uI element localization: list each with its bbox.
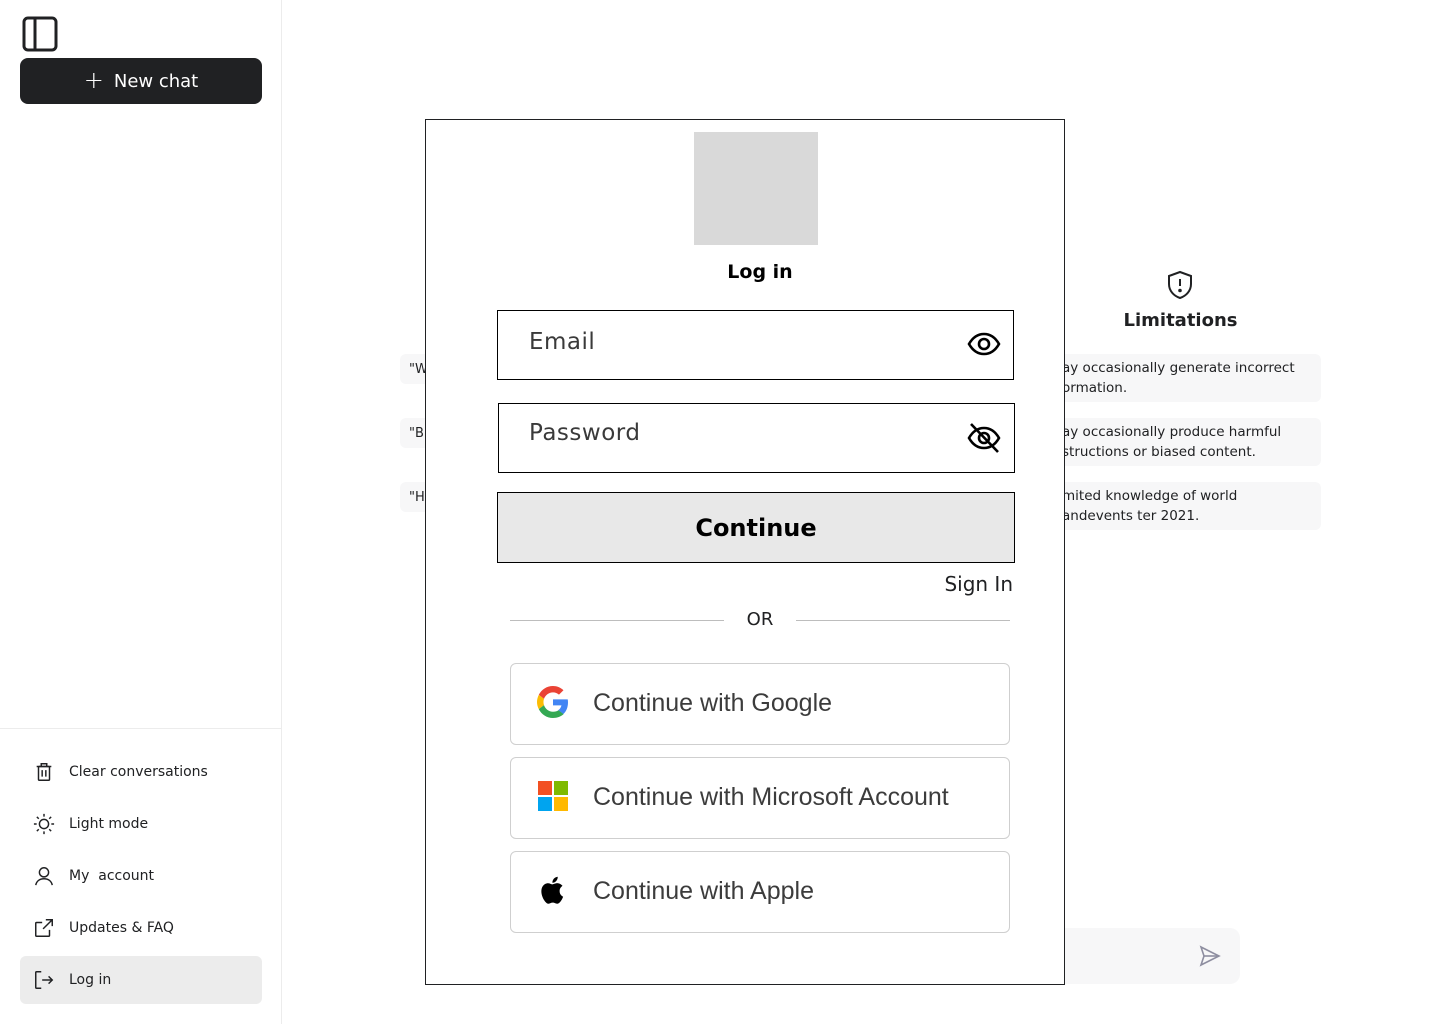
- clear-conversations-label: Clear conversations: [69, 764, 208, 780]
- google-login-button[interactable]: Continue with Google: [510, 663, 1010, 745]
- microsoft-login-button[interactable]: Continue with Microsoft Account: [510, 757, 1010, 839]
- google-login-label: Continue with Google: [593, 689, 833, 717]
- microsoft-icon: [538, 781, 568, 811]
- new-chat-button[interactable]: + New chat: [20, 58, 262, 104]
- sidebar: + New chat Clear conversations Light mod…: [0, 0, 282, 1024]
- trash-icon: [36, 763, 52, 781]
- user-icon: [35, 867, 53, 886]
- eye-off-icon[interactable]: [966, 420, 1002, 456]
- or-divider: OR: [510, 608, 1010, 632]
- microsoft-login-label: Continue with Microsoft Account: [593, 783, 949, 811]
- login-icon: [35, 971, 54, 989]
- limitation-card: ay occasionally generate incorrect ormat…: [1040, 354, 1321, 402]
- limitations-title: Limitations: [1123, 310, 1238, 331]
- google-icon: [537, 686, 568, 718]
- limitation-card: mited knowledge of world andevents ter 2…: [1040, 482, 1321, 530]
- email-field[interactable]: Email: [497, 310, 1014, 380]
- updates-faq-label: Updates & FAQ: [69, 920, 174, 936]
- limitation-text: ay occasionally generate incorrect ormat…: [1062, 360, 1295, 396]
- apple-icon: [541, 876, 564, 904]
- apple-login-button[interactable]: Continue with Apple: [510, 851, 1010, 933]
- shield-alert-icon: [1168, 270, 1192, 300]
- sidebar-toggle-icon[interactable]: [22, 16, 58, 52]
- example-text: "B: [409, 426, 424, 441]
- password-placeholder: Password: [529, 420, 641, 446]
- updates-faq-button[interactable]: Updates & FAQ: [20, 904, 262, 952]
- apple-login-label: Continue with Apple: [593, 877, 814, 905]
- limitation-card: ay occasionally produce harmful structio…: [1040, 418, 1321, 466]
- log-in-button[interactable]: Log in: [20, 956, 262, 1004]
- clear-conversations-button[interactable]: Clear conversations: [20, 748, 262, 796]
- sidebar-divider: [0, 728, 282, 729]
- light-mode-button[interactable]: Light mode: [20, 800, 262, 848]
- new-chat-label: New chat: [113, 70, 199, 92]
- eye-icon[interactable]: [967, 327, 1001, 361]
- limitation-text: ay occasionally produce harmful structio…: [1062, 424, 1282, 460]
- password-field[interactable]: Password: [498, 403, 1015, 473]
- limitation-text: mited knowledge of world andevents ter 2…: [1062, 488, 1238, 524]
- plus-icon: +: [83, 65, 104, 94]
- continue-button[interactable]: Continue: [497, 492, 1015, 563]
- light-mode-label: Light mode: [69, 816, 149, 832]
- sign-in-link[interactable]: Sign In: [944, 572, 1013, 596]
- example-text: "H: [409, 490, 425, 505]
- login-modal: Log in Email Password Continue Sign In O…: [425, 119, 1065, 985]
- send-icon[interactable]: [1198, 944, 1222, 968]
- email-placeholder: Email: [529, 329, 596, 355]
- my-account-label: My account: [69, 868, 155, 884]
- logo-placeholder: [694, 132, 818, 245]
- login-title: Log in: [727, 261, 793, 283]
- or-label: OR: [746, 609, 774, 630]
- external-link-icon: [35, 919, 53, 937]
- my-account-button[interactable]: My account: [20, 852, 262, 900]
- log-in-label: Log in: [69, 972, 112, 988]
- sidebar-menu: Clear conversations Light mode My accoun…: [20, 748, 262, 1008]
- sun-icon: [33, 813, 55, 835]
